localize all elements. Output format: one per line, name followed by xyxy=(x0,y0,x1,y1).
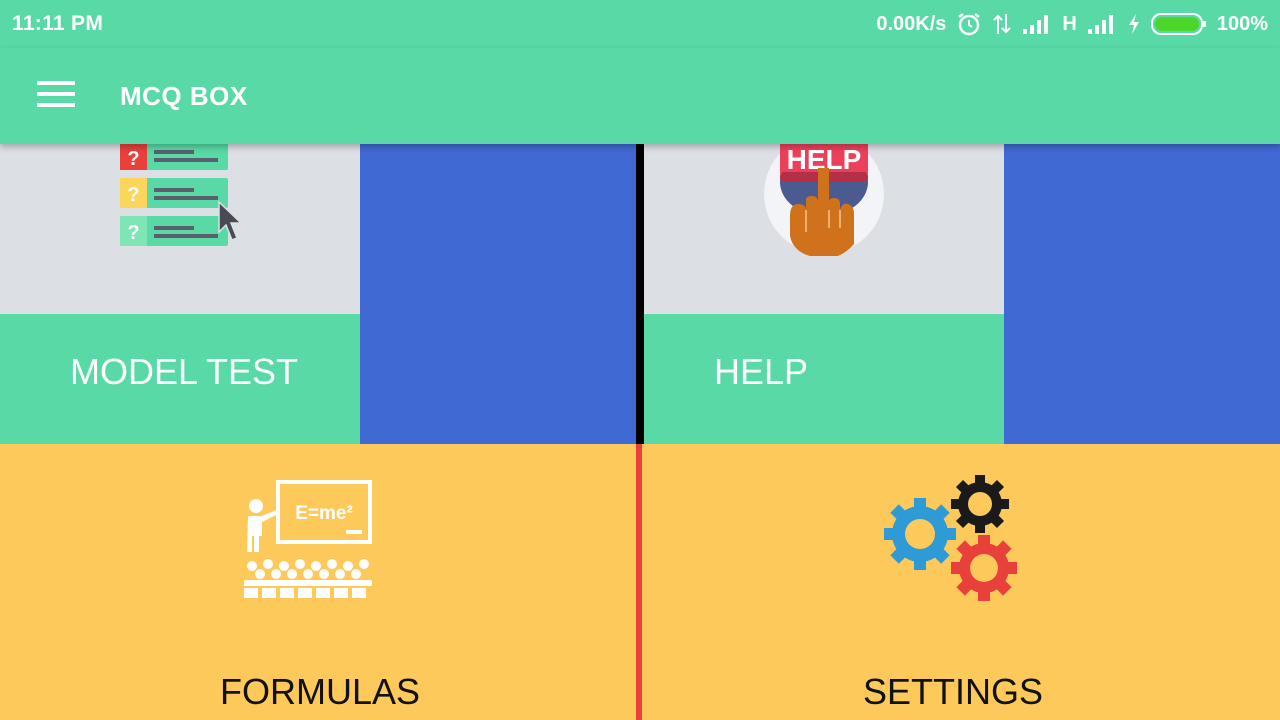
classroom-blackboard-icon: E=me² xyxy=(240,478,376,607)
status-time: 11:11 PM xyxy=(12,12,104,35)
settings-tile[interactable]: SETTINGS xyxy=(642,444,1280,720)
help-tile[interactable]: HELP HELP xyxy=(644,144,1280,444)
quiz-list-icon: ? ? ? xyxy=(118,144,248,257)
tile-divider-bottom xyxy=(636,444,642,720)
status-bar: 11:11 PM 0.00K/s H 100% xyxy=(0,0,1280,48)
tile-divider xyxy=(636,144,644,444)
charging-icon xyxy=(1127,13,1141,35)
menu-button[interactable] xyxy=(0,48,112,144)
help-accent xyxy=(1004,144,1280,444)
model-test-image: ? ? ? xyxy=(0,144,360,314)
model-test-tile[interactable]: ? ? ? MODEL TEST xyxy=(0,144,636,444)
svg-text:?: ? xyxy=(127,184,139,206)
alarm-icon xyxy=(956,11,982,37)
formulas-tile[interactable]: E=me² FORMULAS xyxy=(0,444,636,720)
help-button-icon: HELP xyxy=(762,144,886,261)
gears-icon xyxy=(882,474,1022,609)
model-test-accent xyxy=(360,144,636,444)
signal-icon xyxy=(1022,13,1052,35)
model-test-band: MODEL TEST xyxy=(0,314,360,444)
hamburger-menu-icon xyxy=(37,80,75,113)
network-type: H xyxy=(1062,12,1077,35)
model-test-label: MODEL TEST xyxy=(70,351,299,392)
battery-percent: 100% xyxy=(1216,12,1268,35)
formulas-label: FORMULAS xyxy=(220,671,421,712)
data-arrows-icon xyxy=(992,12,1012,36)
svg-text:?: ? xyxy=(127,222,139,244)
net-speed: 0.00K/s xyxy=(876,12,947,35)
help-band: HELP xyxy=(644,314,1004,444)
battery-icon xyxy=(1150,12,1207,36)
settings-label: SETTINGS xyxy=(863,671,1044,712)
status-right: 0.00K/s H 100% xyxy=(876,11,1268,37)
signal-icon xyxy=(1087,13,1117,35)
svg-text:?: ? xyxy=(127,148,139,170)
help-image: HELP xyxy=(644,144,1004,314)
app-title: MCQ BOX xyxy=(120,80,248,111)
formula-icon-text: E=me² xyxy=(295,503,353,524)
app-bar: MCQ BOX xyxy=(0,48,1280,144)
help-label: HELP xyxy=(714,351,809,392)
